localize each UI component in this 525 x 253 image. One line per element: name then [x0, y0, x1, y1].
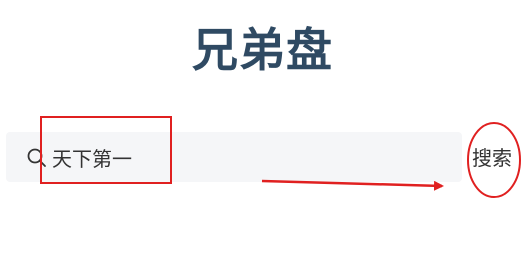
- search-input[interactable]: [52, 142, 432, 172]
- search-button[interactable]: 搜索: [472, 143, 512, 173]
- search-bar: [6, 132, 462, 182]
- page-title: 兄弟盘: [192, 23, 333, 77]
- search-icon: [27, 148, 46, 167]
